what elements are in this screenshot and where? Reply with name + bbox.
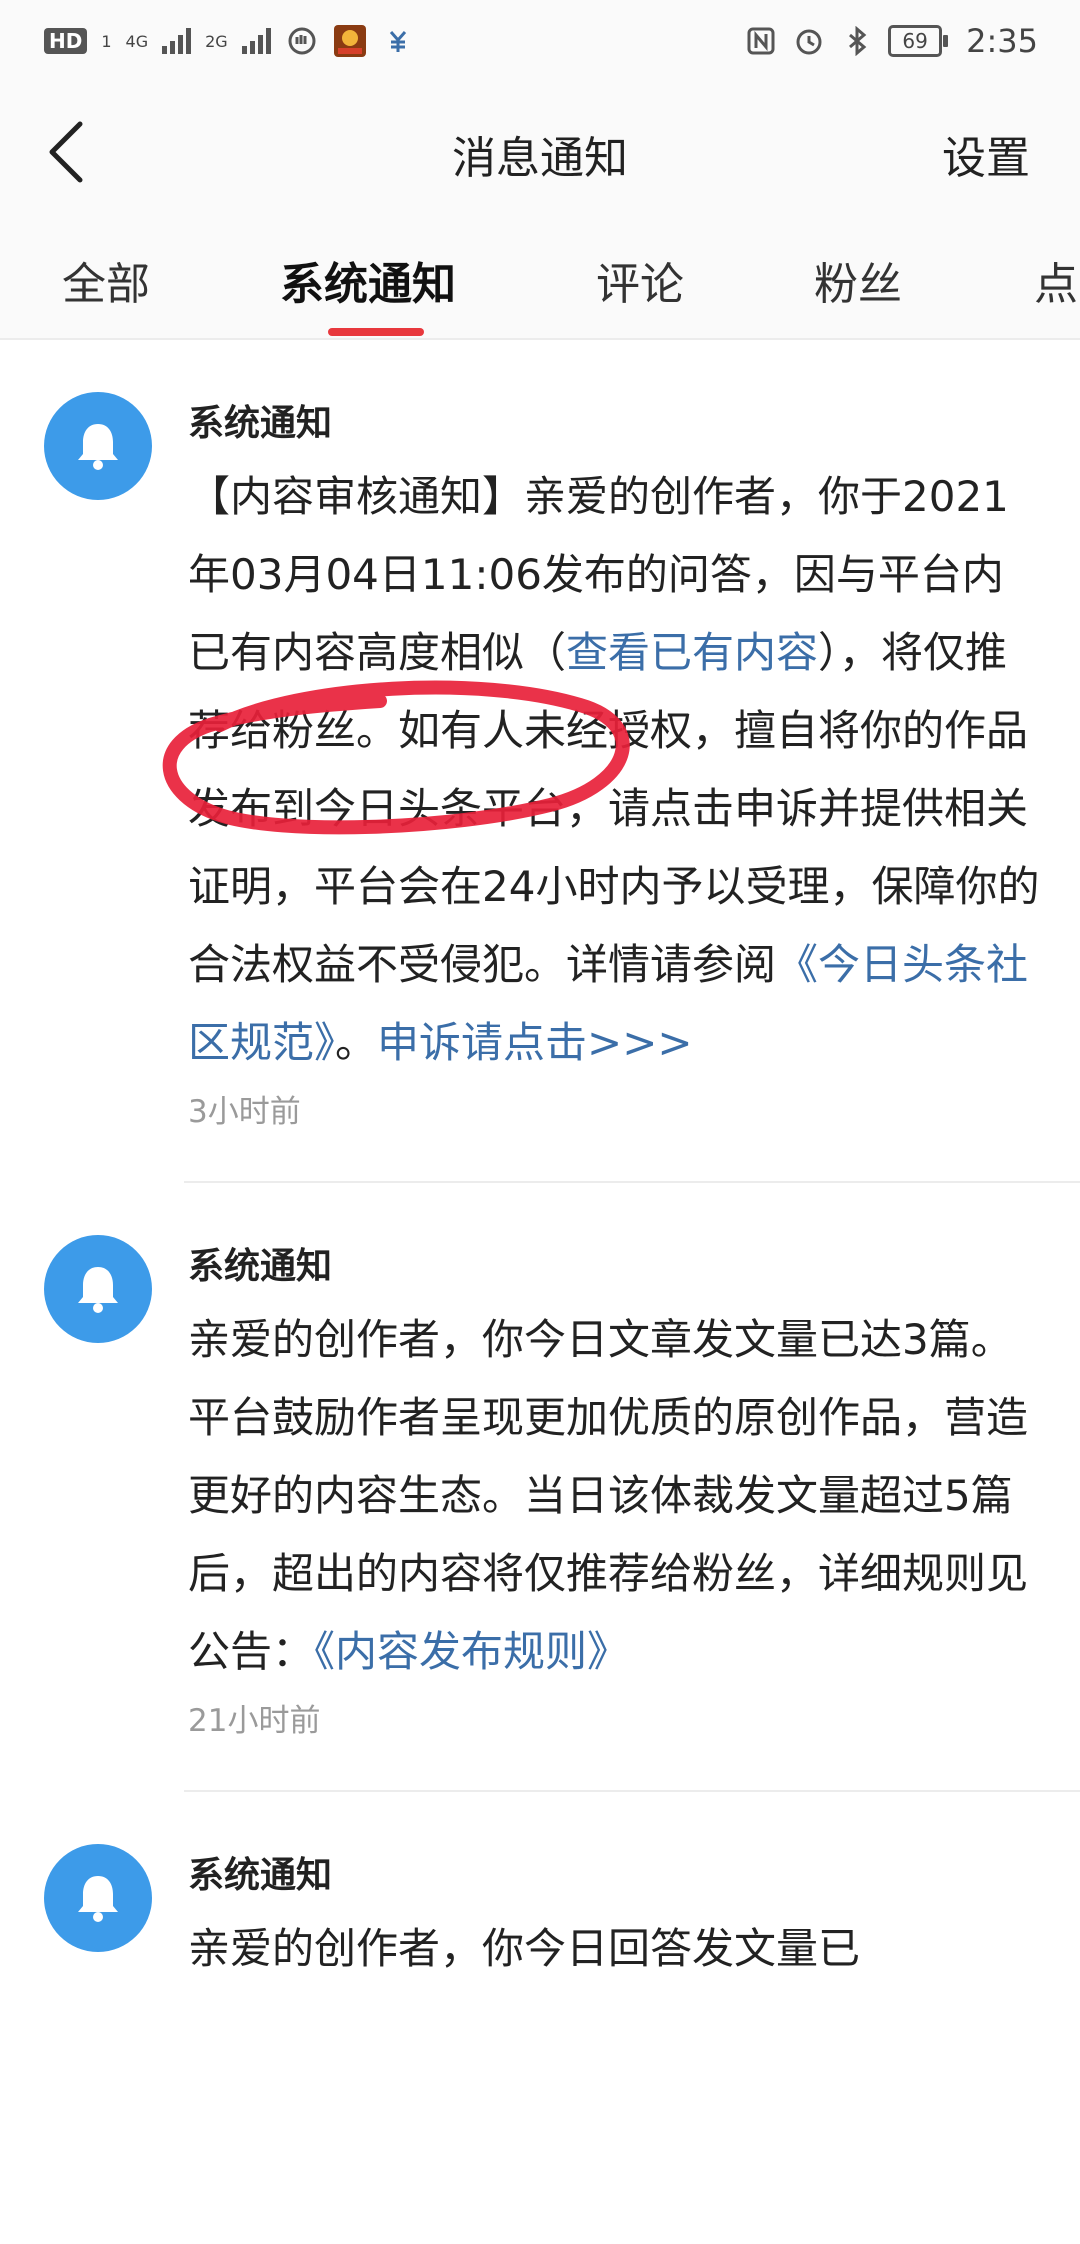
list-item[interactable]: 系统通知 亲爱的创作者，你今日回答发文量已 [0,1792,1080,1988]
settings-button[interactable]: 设置 [942,122,1030,186]
message-body: 【内容审核通知】亲爱的创作者，你于2021年03月04日11:06发布的问答，因… [188,458,1040,1082]
app-notification-icon [333,24,367,58]
tab-all[interactable]: 全部 [62,248,150,312]
text-segment: 。 [335,1018,378,1067]
publish-rules-link[interactable]: 《内容发布规则》 [314,1627,629,1676]
message-body: 亲爱的创作者，你今日文章发文量已达3篇。平台鼓励作者呈现更加优质的原创作品，营造… [188,1301,1040,1691]
sender-name: 系统通知 [188,403,333,444]
timestamp: 3小时前 [188,1094,301,1130]
status-right: 69 2:35 [744,22,1038,60]
signal-icon-2 [241,28,271,54]
nav-header: 消息通知 设置 [0,88,1080,216]
tab-comments[interactable]: 评论 [596,248,684,312]
network-type-1: 4G [125,31,149,51]
list-item[interactable]: 系统通知 【内容审核通知】亲爱的创作者，你于2021年03月04日11:06发布… [0,340,1080,1183]
sender-name: 系统通知 [188,1246,333,1287]
bell-icon [78,1267,118,1313]
vpn-icon [381,24,415,58]
tab-fans[interactable]: 粉丝 [814,248,902,312]
text-segment: ），将仅推荐给粉丝。如有人未经授权，擅自将你的作品发布到今日头条平台，请点击申诉… [188,628,1040,989]
avatar [44,1235,152,1343]
avatar [44,1844,152,1952]
list-item[interactable]: 系统通知 亲爱的创作者，你今日文章发文量已达3篇。平台鼓励作者呈现更加优质的原创… [0,1183,1080,1792]
status-bar: HD 1 4G 2G 69 2:35 [0,0,1080,88]
text-segment: 亲爱的创作者，你今日回答发文量已 [188,1924,861,1973]
view-existing-content-link[interactable]: 查看已有内容 [566,628,818,677]
appeal-link[interactable]: 申诉请点击>>> [377,1018,693,1067]
bell-icon [78,424,118,470]
alarm-icon [792,24,826,58]
hd-badge: HD [44,28,88,54]
tab-bar: 全部 系统通知 评论 粉丝 点 [0,216,1080,340]
message-body: 亲爱的创作者，你今日回答发文量已 [188,1910,1040,1988]
status-left: HD 1 4G 2G [44,24,415,58]
bell-icon [78,1876,118,1922]
active-tab-indicator [328,328,424,336]
timestamp: 21小时前 [188,1703,321,1739]
clock: 2:35 [966,22,1038,60]
sender-name: 系统通知 [188,1855,333,1896]
nfc-icon [744,24,778,58]
tab-likes[interactable]: 点 [1034,248,1078,312]
page-title: 消息通知 [452,133,628,184]
network-type-2: 2G [205,31,228,51]
hand-icon [285,24,319,58]
signal-icon [162,28,192,54]
bluetooth-icon [840,24,874,58]
avatar [44,392,152,500]
sim-slot-label: 1 [101,31,112,51]
tab-system-notice[interactable]: 系统通知 [280,248,456,312]
battery-icon: 69 [888,25,949,57]
notification-list: 系统通知 【内容审核通知】亲爱的创作者，你于2021年03月04日11:06发布… [0,340,1080,1988]
text-segment: 亲爱的创作者，你今日文章发文量已达3篇。平台鼓励作者呈现更加优质的原创作品，营造… [188,1315,1029,1676]
